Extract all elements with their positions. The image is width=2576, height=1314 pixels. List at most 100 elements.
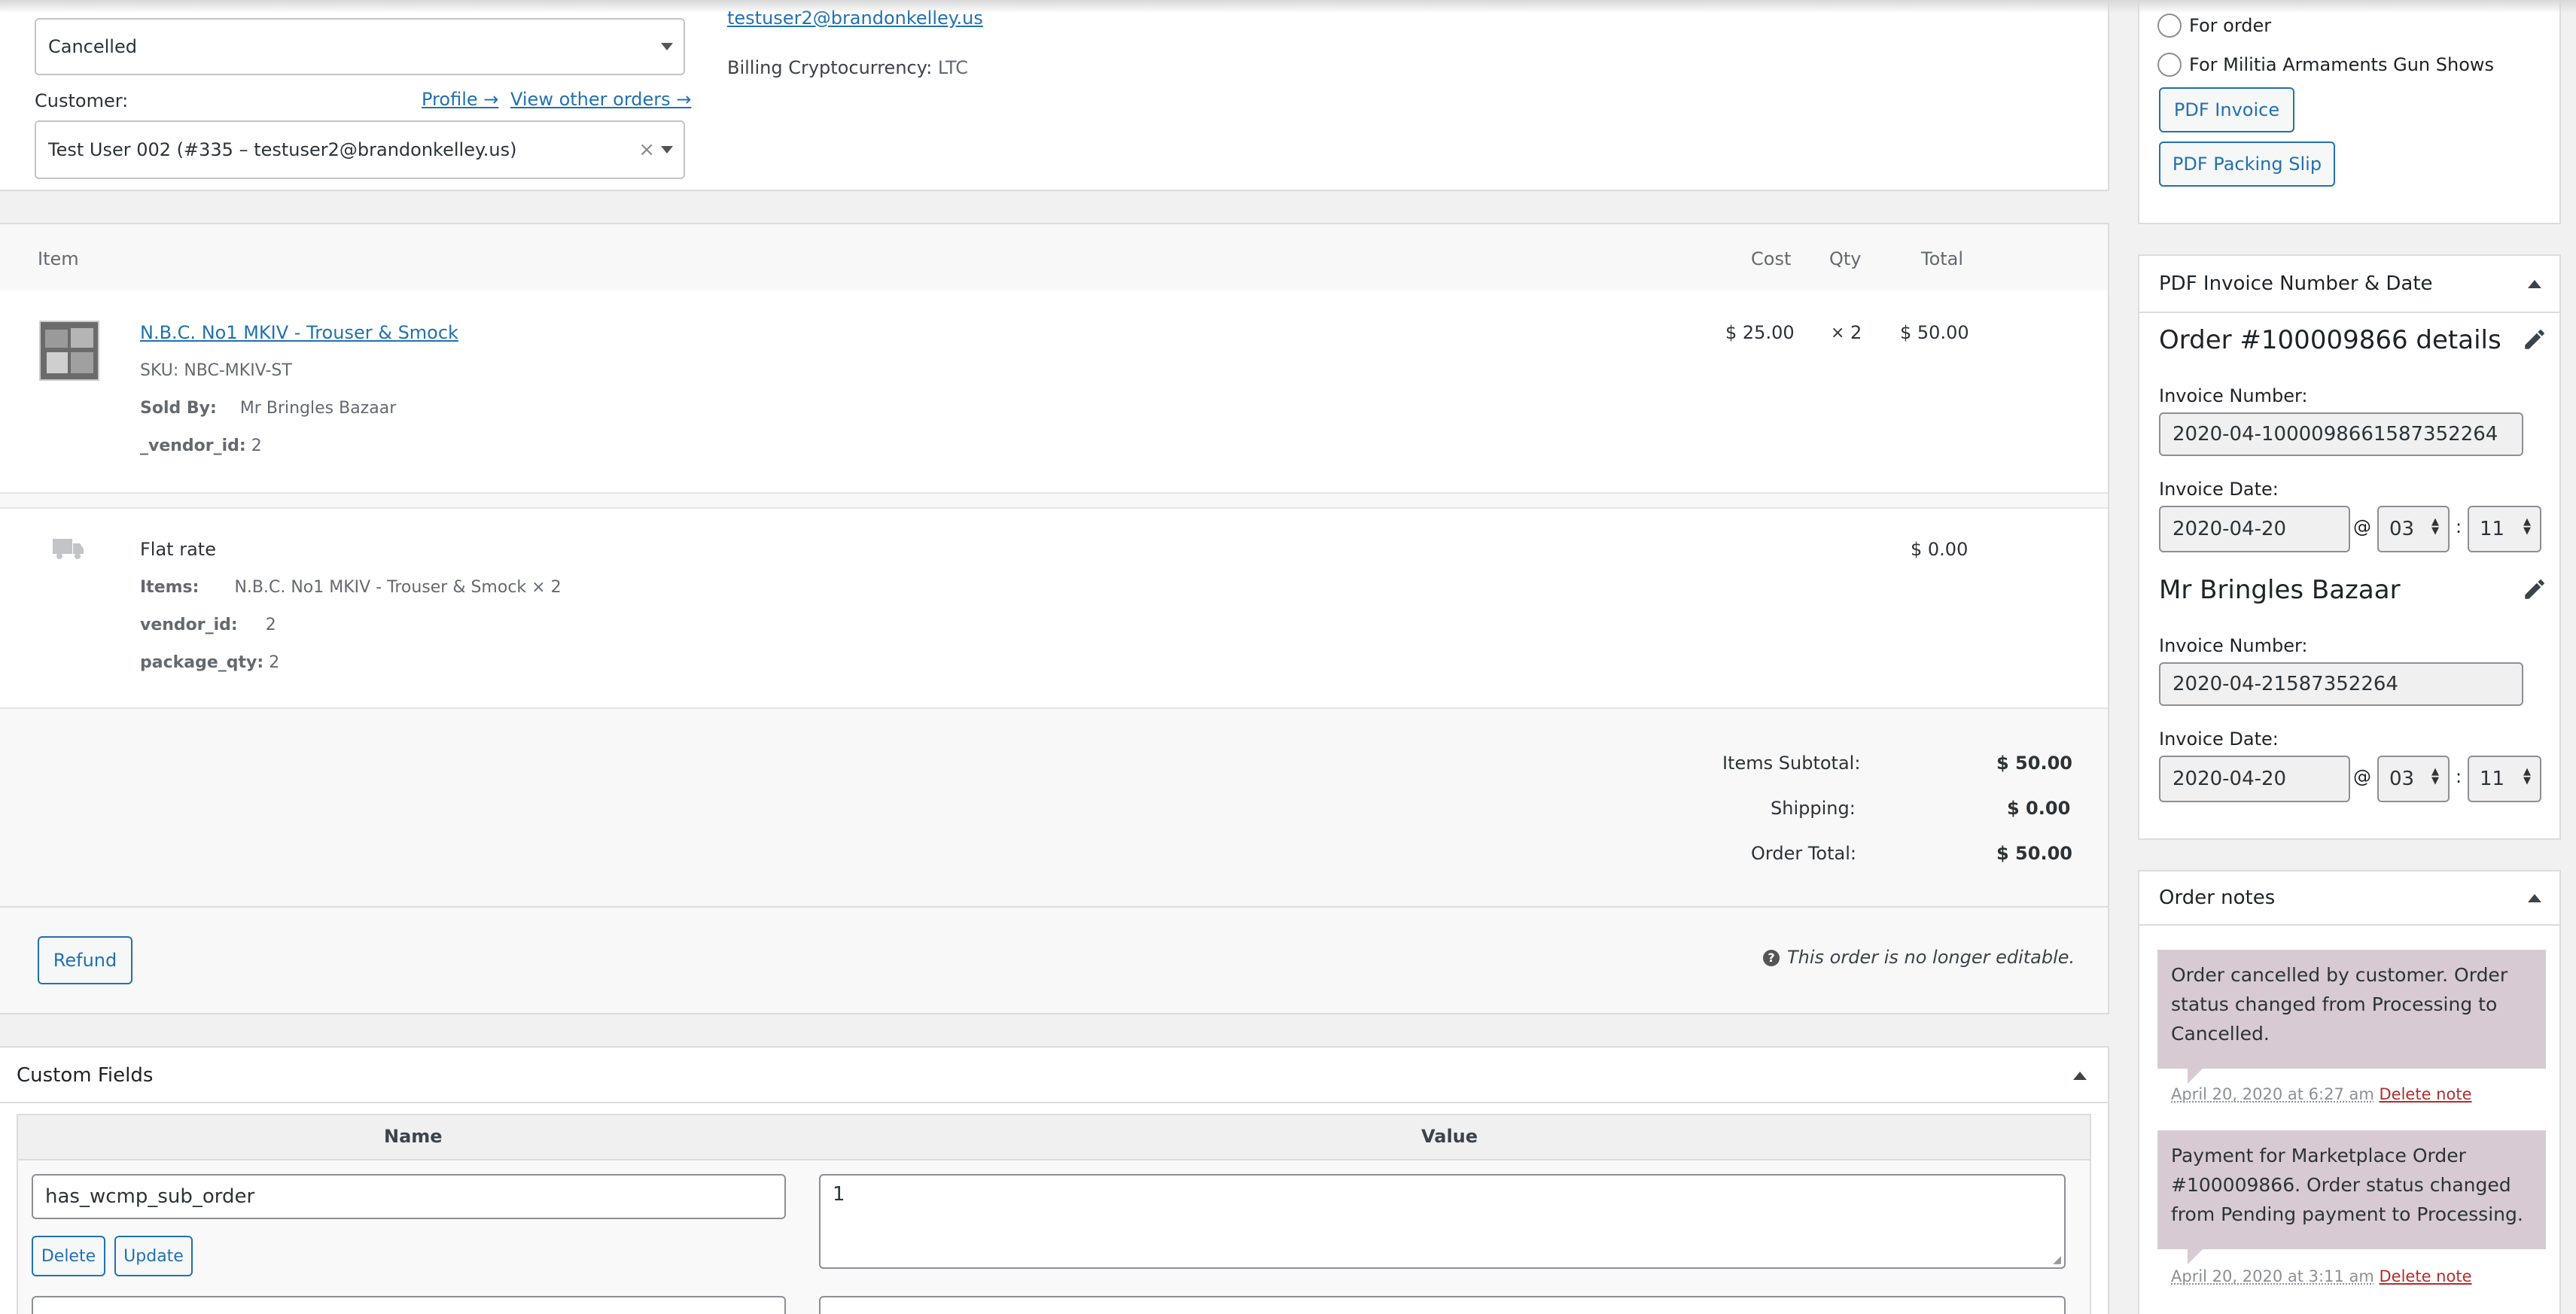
hour-input-1[interactable]: 03 ▲ ▼ bbox=[2377, 506, 2450, 552]
sku-label: SKU: bbox=[140, 361, 178, 380]
at-symbol-2: @ bbox=[2353, 766, 2371, 787]
meta-key-value: has_wcmp_sub_order bbox=[45, 1185, 254, 1208]
product-name-link[interactable]: N.B.C. No1 MKIV - Trouser & Smock bbox=[140, 322, 458, 343]
shipping-package-qty: package_qty: 2 bbox=[140, 653, 279, 672]
delete-note-link[interactable]: Delete note bbox=[2380, 1267, 2472, 1285]
subtotal-value: $ 50.00 bbox=[1996, 753, 2072, 774]
product-qty-x: × bbox=[1831, 324, 1844, 342]
invoice-date-2-value: 2020-04-20 bbox=[2173, 768, 2286, 790]
spinner-arrows-icon[interactable]: ▲ ▼ bbox=[2428, 768, 2442, 787]
order-note-meta: April 20, 2020 at 6:27 am Delete note bbox=[2171, 1085, 2472, 1103]
collapse-toggle-icon[interactable] bbox=[2073, 1072, 2087, 1080]
shipping-items: Items: N.B.C. No1 MKIV - Trouser & Smock… bbox=[140, 578, 562, 597]
minute-input-1[interactable]: 11 ▲ ▼ bbox=[2468, 506, 2541, 552]
delete-note-link[interactable]: Delete note bbox=[2380, 1085, 2472, 1103]
order-items-panel: Item Cost Qty Total N.B.C. No1 MKIV - Tr… bbox=[0, 223, 2109, 1014]
billing-crypto: Billing Cryptocurrency: LTC bbox=[727, 57, 968, 78]
shipping-vendor-id-label: vendor_id: bbox=[140, 616, 238, 634]
product-sold-by: Sold By: Mr Bringles Bazaar bbox=[140, 399, 396, 418]
order-note: Order cancelled by customer. Order statu… bbox=[2157, 950, 2546, 1069]
order-note-text: Order cancelled by customer. Order statu… bbox=[2171, 964, 2507, 1045]
shipping-row: Flat rate Items: N.B.C. No1 MKIV - Trous… bbox=[0, 507, 2108, 709]
order-note-meta: April 20, 2020 at 3:11 am Delete note bbox=[2171, 1267, 2472, 1285]
package-qty-label: package_qty: bbox=[140, 653, 263, 672]
spinner-arrows-icon[interactable]: ▲ ▼ bbox=[2428, 518, 2442, 537]
top-edge-shadow bbox=[0, 0, 2576, 14]
order-note: Payment for Marketplace Order #100009866… bbox=[2157, 1130, 2546, 1249]
radio-for-order[interactable]: For order bbox=[2157, 14, 2271, 38]
col-cost: Cost bbox=[1751, 248, 1791, 269]
refund-button[interactable]: Refund bbox=[38, 936, 132, 984]
view-other-orders-link[interactable]: View other orders → bbox=[510, 89, 691, 110]
collapse-toggle-icon[interactable] bbox=[2528, 894, 2541, 902]
invoice-number-input-2[interactable]: 2020-04-21587352264 bbox=[2159, 662, 2523, 706]
meta-key-input[interactable]: has_wcmp_sub_order bbox=[32, 1174, 786, 1219]
meta-key-input-2[interactable] bbox=[32, 1296, 786, 1314]
product-thumbnail bbox=[39, 321, 99, 381]
colon-1: : bbox=[2456, 516, 2462, 537]
radio-gun-shows[interactable]: For Militia Armaments Gun Shows bbox=[2157, 53, 2494, 77]
profile-link[interactable]: Profile → bbox=[422, 89, 498, 110]
shipping-vendor-id: vendor_id: 2 bbox=[140, 616, 276, 634]
edit-pencil-icon[interactable] bbox=[2522, 576, 2547, 602]
status-select[interactable]: Cancelled bbox=[35, 18, 685, 75]
radio-button[interactable] bbox=[2157, 53, 2182, 77]
invoice-date-label-2: Invoice Date: bbox=[2159, 728, 2279, 750]
order-note-date: April 20, 2020 at 6:27 am bbox=[2171, 1085, 2374, 1103]
invoice-date-input-1[interactable]: 2020-04-20 bbox=[2159, 506, 2350, 552]
truck-icon bbox=[53, 536, 84, 564]
actions-bar: Refund ? This order is no longer editabl… bbox=[0, 906, 2108, 1013]
table-header: Name Value bbox=[18, 1115, 2090, 1160]
pdf-invoice-box: PDF Invoice Number & Date Order #1000098… bbox=[2138, 254, 2561, 840]
minute-input-2[interactable]: 11 ▲ ▼ bbox=[2468, 756, 2541, 802]
spinner-arrows-icon[interactable]: ▲ ▼ bbox=[2520, 768, 2534, 787]
col-qty: Qty bbox=[1829, 248, 1862, 269]
invoice-number-input-1[interactable]: 2020-04-1000098661587352264 bbox=[2159, 412, 2523, 456]
shipping-total-label: Shipping: bbox=[1771, 798, 1856, 819]
invoice-number-label-1: Invoice Number: bbox=[2159, 385, 2308, 406]
order-note-date: April 20, 2020 at 3:11 am bbox=[2171, 1267, 2374, 1285]
vendor-title: Mr Bringles Bazaar bbox=[2159, 575, 2401, 605]
custom-fields-panel: Custom Fields Name Value has_wcmp_sub_or… bbox=[0, 1046, 2109, 1314]
shipping-name: Flat rate bbox=[140, 539, 216, 560]
chevron-down-icon bbox=[661, 146, 673, 154]
radio-gun-shows-label: For Militia Armaments Gun Shows bbox=[2189, 54, 2494, 75]
order-notes-box: Order notes Order cancelled by customer.… bbox=[2138, 870, 2561, 1314]
name-header: Name bbox=[384, 1126, 443, 1147]
meta-value-textarea[interactable]: 1 ◢ bbox=[819, 1174, 2066, 1269]
sold-by-value: Mr Bringles Bazaar bbox=[240, 399, 396, 418]
custom-fields-divider bbox=[0, 1102, 2108, 1103]
product-qty: 2 bbox=[1850, 322, 1862, 343]
hour-2-value: 03 bbox=[2389, 768, 2414, 790]
delete-meta-button[interactable]: Delete bbox=[32, 1236, 105, 1276]
col-total: Total bbox=[1921, 248, 1963, 269]
hour-1-value: 03 bbox=[2389, 518, 2414, 540]
invoice-date-1-value: 2020-04-20 bbox=[2173, 518, 2286, 540]
meta-value-textarea-2[interactable] bbox=[819, 1296, 2066, 1314]
col-item: Item bbox=[38, 248, 79, 269]
spinner-arrows-icon[interactable]: ▲ ▼ bbox=[2520, 518, 2534, 537]
update-meta-button[interactable]: Update bbox=[114, 1236, 193, 1276]
note-pointer bbox=[2188, 1069, 2203, 1084]
help-icon: ? bbox=[1763, 950, 1780, 966]
pdf-invoice-button[interactable]: PDF Invoice bbox=[2159, 87, 2294, 132]
shipping-total-value: $ 0.00 bbox=[2007, 798, 2070, 819]
pdf-packing-slip-button[interactable]: PDF Packing Slip bbox=[2159, 141, 2335, 187]
customer-select[interactable]: Test User 002 (#335 – testuser2@brandonk… bbox=[35, 120, 685, 179]
product-total: $ 50.00 bbox=[1900, 322, 1969, 343]
collapse-toggle-icon[interactable] bbox=[2528, 280, 2541, 288]
invoice-date-label-1: Invoice Date: bbox=[2159, 479, 2279, 500]
edit-pencil-icon[interactable] bbox=[2522, 327, 2547, 352]
hour-input-2[interactable]: 03 ▲ ▼ bbox=[2377, 756, 2450, 802]
invoice-number-label-2: Invoice Number: bbox=[2159, 635, 2308, 656]
clear-icon[interactable]: × bbox=[638, 138, 655, 161]
invoice-date-input-2[interactable]: 2020-04-20 bbox=[2159, 756, 2350, 802]
sold-by-label: Sold By: bbox=[140, 399, 217, 418]
radio-button[interactable] bbox=[2157, 14, 2182, 38]
shipping-total: $ 0.00 bbox=[1911, 539, 1968, 560]
order-total-label: Order Total: bbox=[1751, 843, 1856, 864]
order-data-panel: Cancelled Customer: Profile → View other… bbox=[0, 0, 2109, 191]
resize-handle-icon[interactable]: ◢ bbox=[2053, 1254, 2061, 1266]
chevron-down-icon bbox=[661, 43, 673, 50]
package-qty-value: 2 bbox=[269, 653, 279, 672]
